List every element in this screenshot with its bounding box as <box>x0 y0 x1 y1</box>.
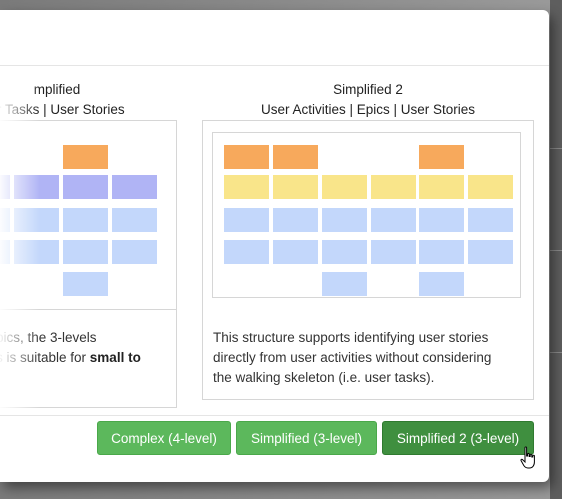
simplified-3-level-button[interactable]: Simplified (3-level) <box>236 421 377 455</box>
story-block <box>273 208 318 232</box>
story-block <box>419 240 464 264</box>
epic-block <box>371 175 416 199</box>
story-block <box>419 272 464 296</box>
card-description-line: the walking skeleton (i.e. user tasks). <box>213 370 435 385</box>
story-block <box>63 272 108 296</box>
complex-4-level-button[interactable]: Complex (4-level) <box>97 421 231 455</box>
backdrop-divider <box>550 148 562 149</box>
card-title: Simplified 2 <box>333 82 403 97</box>
diagram-preview <box>212 132 521 298</box>
story-block <box>112 208 157 232</box>
story-block <box>371 208 416 232</box>
modal-header <box>0 10 549 66</box>
epic-block <box>224 175 269 199</box>
story-block <box>322 208 367 232</box>
story-block <box>468 208 513 232</box>
story-block <box>63 240 108 264</box>
story-block <box>63 208 108 232</box>
activity-block <box>419 145 464 169</box>
backdrop-divider <box>550 250 562 251</box>
story-block <box>419 208 464 232</box>
story-block <box>371 240 416 264</box>
story-block <box>468 240 513 264</box>
story-block <box>112 240 157 264</box>
simplified-2-3-level-button[interactable]: Simplified 2 (3-level) <box>382 421 534 455</box>
task-block <box>63 175 108 199</box>
hand-pointer-icon <box>520 446 535 469</box>
activity-block <box>63 145 108 169</box>
story-block <box>224 240 269 264</box>
epic-block <box>273 175 318 199</box>
structure-modal: mplified er Tasks | User Stories pics, t… <box>0 10 549 482</box>
card-description-line: This structure supports identifying user… <box>213 330 489 345</box>
backdrop-divider <box>550 352 562 353</box>
story-block <box>224 208 269 232</box>
activity-block <box>273 145 318 169</box>
story-block <box>273 240 318 264</box>
activity-block <box>224 145 269 169</box>
task-block <box>112 175 157 199</box>
story-block <box>322 272 367 296</box>
epic-block <box>322 175 367 199</box>
epic-block <box>419 175 464 199</box>
card-description-line: directly from user activities without co… <box>213 350 492 365</box>
story-block <box>322 240 367 264</box>
card-subtitle: User Activities | Epics | User Stories <box>260 102 476 117</box>
epic-block <box>468 175 513 199</box>
scroll-fade <box>0 70 40 410</box>
